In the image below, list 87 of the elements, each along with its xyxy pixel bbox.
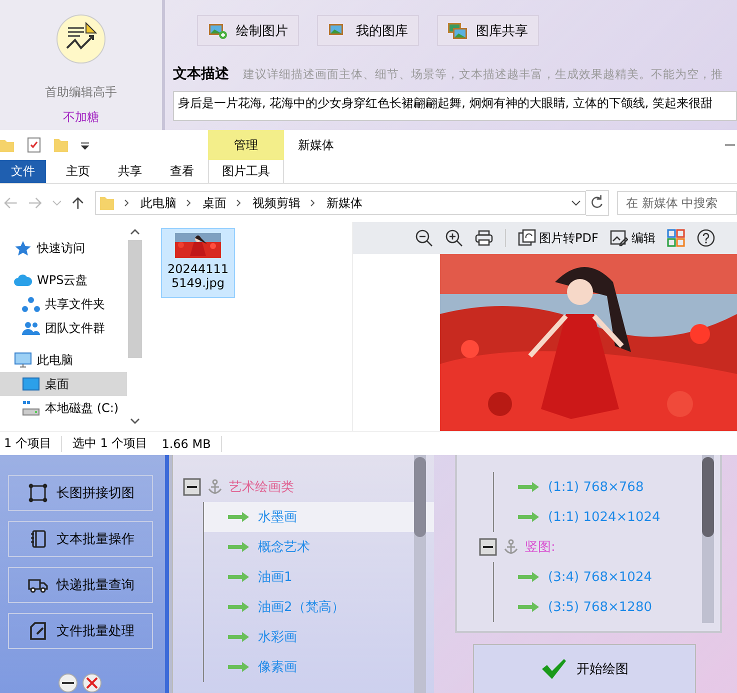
nav-item[interactable]: 此电脑 xyxy=(0,348,127,372)
app-name: 首助编辑高手 xyxy=(45,84,117,101)
logo-icon xyxy=(56,14,106,64)
selection-info: 选中 1 个项目 xyxy=(72,435,148,452)
file-item[interactable]: 202441115149.jpg xyxy=(161,228,235,298)
user-name: 不加糖 xyxy=(63,109,99,126)
breadcrumb[interactable]: 此电脑 xyxy=(140,194,176,212)
collapse-icon[interactable] xyxy=(183,478,201,496)
share-icon xyxy=(22,296,40,312)
help-icon[interactable] xyxy=(697,229,716,248)
chevron-right-icon xyxy=(185,199,194,207)
tool-button[interactable]: 文件批量处理 xyxy=(8,613,153,649)
pictures-icon xyxy=(448,22,468,38)
crop-frame-icon xyxy=(26,483,48,503)
context-tab[interactable]: 管理 xyxy=(208,130,284,160)
chevron-right-icon xyxy=(235,199,244,207)
star-icon xyxy=(14,240,32,256)
arrow-icon xyxy=(518,481,540,493)
tool-button[interactable]: 长图拼接切图 xyxy=(8,475,153,511)
close-icon[interactable] xyxy=(82,673,102,693)
arrow-icon xyxy=(518,571,540,583)
toolbar-button[interactable]: 绘制图片 xyxy=(197,15,299,46)
up-icon[interactable] xyxy=(71,196,86,210)
scroll-down-icon[interactable] xyxy=(130,417,140,426)
preview-tool-button[interactable]: 编辑 xyxy=(610,229,656,248)
breadcrumb[interactable]: 桌面 xyxy=(202,194,226,212)
ribbon-tab[interactable]: 图片工具 xyxy=(208,160,284,183)
scrollbar-thumb[interactable] xyxy=(414,457,426,537)
start-button[interactable]: 开始绘图 xyxy=(473,644,696,693)
disk-icon xyxy=(22,400,40,416)
folder-icon xyxy=(100,195,114,211)
address-bar[interactable]: 此电脑 桌面 视频剪辑 新媒体 xyxy=(95,191,586,215)
prompt-label: 文本描述 xyxy=(173,65,229,83)
ribbon-tab[interactable]: 文件 xyxy=(0,160,46,183)
toolbar-button[interactable]: 图库共享 xyxy=(437,15,539,46)
nav-item[interactable]: WPS云盘 xyxy=(0,268,127,292)
arrow-icon xyxy=(518,511,540,523)
preview-tool-button[interactable]: 图片转PDF xyxy=(518,229,598,248)
toolbar-button[interactable]: 我的图库 xyxy=(317,15,419,46)
dropdown-icon[interactable] xyxy=(80,140,90,150)
refresh-icon[interactable] xyxy=(586,190,609,216)
arrow-icon xyxy=(228,661,250,673)
collapse-icon[interactable] xyxy=(479,538,497,556)
breadcrumb[interactable]: 视频剪辑 xyxy=(252,194,300,212)
desktop-icon xyxy=(22,376,40,392)
breadcrumb[interactable]: 新媒体 xyxy=(326,194,362,212)
zoom-out-icon[interactable] xyxy=(415,229,433,248)
prompt-hint: 建议详细描述画面主体、细节、场景等，文本描述越丰富，生成效果越精美。不能为空，推 xyxy=(243,67,723,82)
anchor-icon xyxy=(503,539,519,555)
anchor-icon xyxy=(207,479,223,495)
scrollbar-thumb[interactable] xyxy=(128,240,142,358)
nav-item[interactable]: 团队文件群 xyxy=(0,316,127,340)
splitter-bar[interactable] xyxy=(165,455,172,693)
chevron-right-icon xyxy=(309,199,318,207)
minimize-icon[interactable] xyxy=(58,673,78,693)
arrow-icon xyxy=(228,631,250,643)
image-edit-icon xyxy=(610,229,628,248)
nav-item[interactable]: 桌面 xyxy=(0,372,127,396)
arrow-icon xyxy=(228,571,250,583)
arrow-icon xyxy=(228,601,250,613)
search-field[interactable]: 在 新媒体 中搜索 xyxy=(616,191,737,215)
nav-item[interactable]: 共享文件夹 xyxy=(0,292,127,316)
checklist-icon[interactable] xyxy=(26,137,42,153)
nav-item[interactable]: 本地磁盘 (C:) xyxy=(0,396,127,420)
cloud-icon xyxy=(14,272,32,288)
arrow-icon xyxy=(228,541,250,553)
team-icon xyxy=(22,320,40,336)
prompt-field[interactable]: 身后是一片花海, 花海中的少女身穿红色长裙翩翩起舞, 炯炯有神的大眼睛, 立体的下颌线, 笑起来很甜 xyxy=(173,91,737,121)
nav-item[interactable]: 快速访问 xyxy=(0,236,127,260)
convert-icon xyxy=(518,229,536,248)
tool-button[interactable]: 文本批量操作 xyxy=(8,521,153,557)
tool-button[interactable]: 快递批量查询 xyxy=(8,567,153,603)
apps-icon[interactable] xyxy=(667,229,686,248)
chevron-right-icon xyxy=(123,199,132,207)
chevron-down-icon[interactable] xyxy=(571,199,582,207)
zoom-in-icon[interactable] xyxy=(445,229,463,248)
print-icon[interactable] xyxy=(475,229,493,248)
arrow-icon xyxy=(228,511,250,523)
checkmark-icon xyxy=(540,658,566,680)
scrollbar-thumb[interactable] xyxy=(702,457,714,537)
pc-icon xyxy=(14,352,32,368)
scroll-up-icon[interactable] xyxy=(130,228,140,236)
arrow-icon xyxy=(518,601,540,613)
file-size: 1.66 MB xyxy=(162,436,211,451)
item-count: 1 个项目 xyxy=(4,435,52,452)
picture-icon xyxy=(208,22,228,38)
window-title: 新媒体 xyxy=(298,136,334,154)
